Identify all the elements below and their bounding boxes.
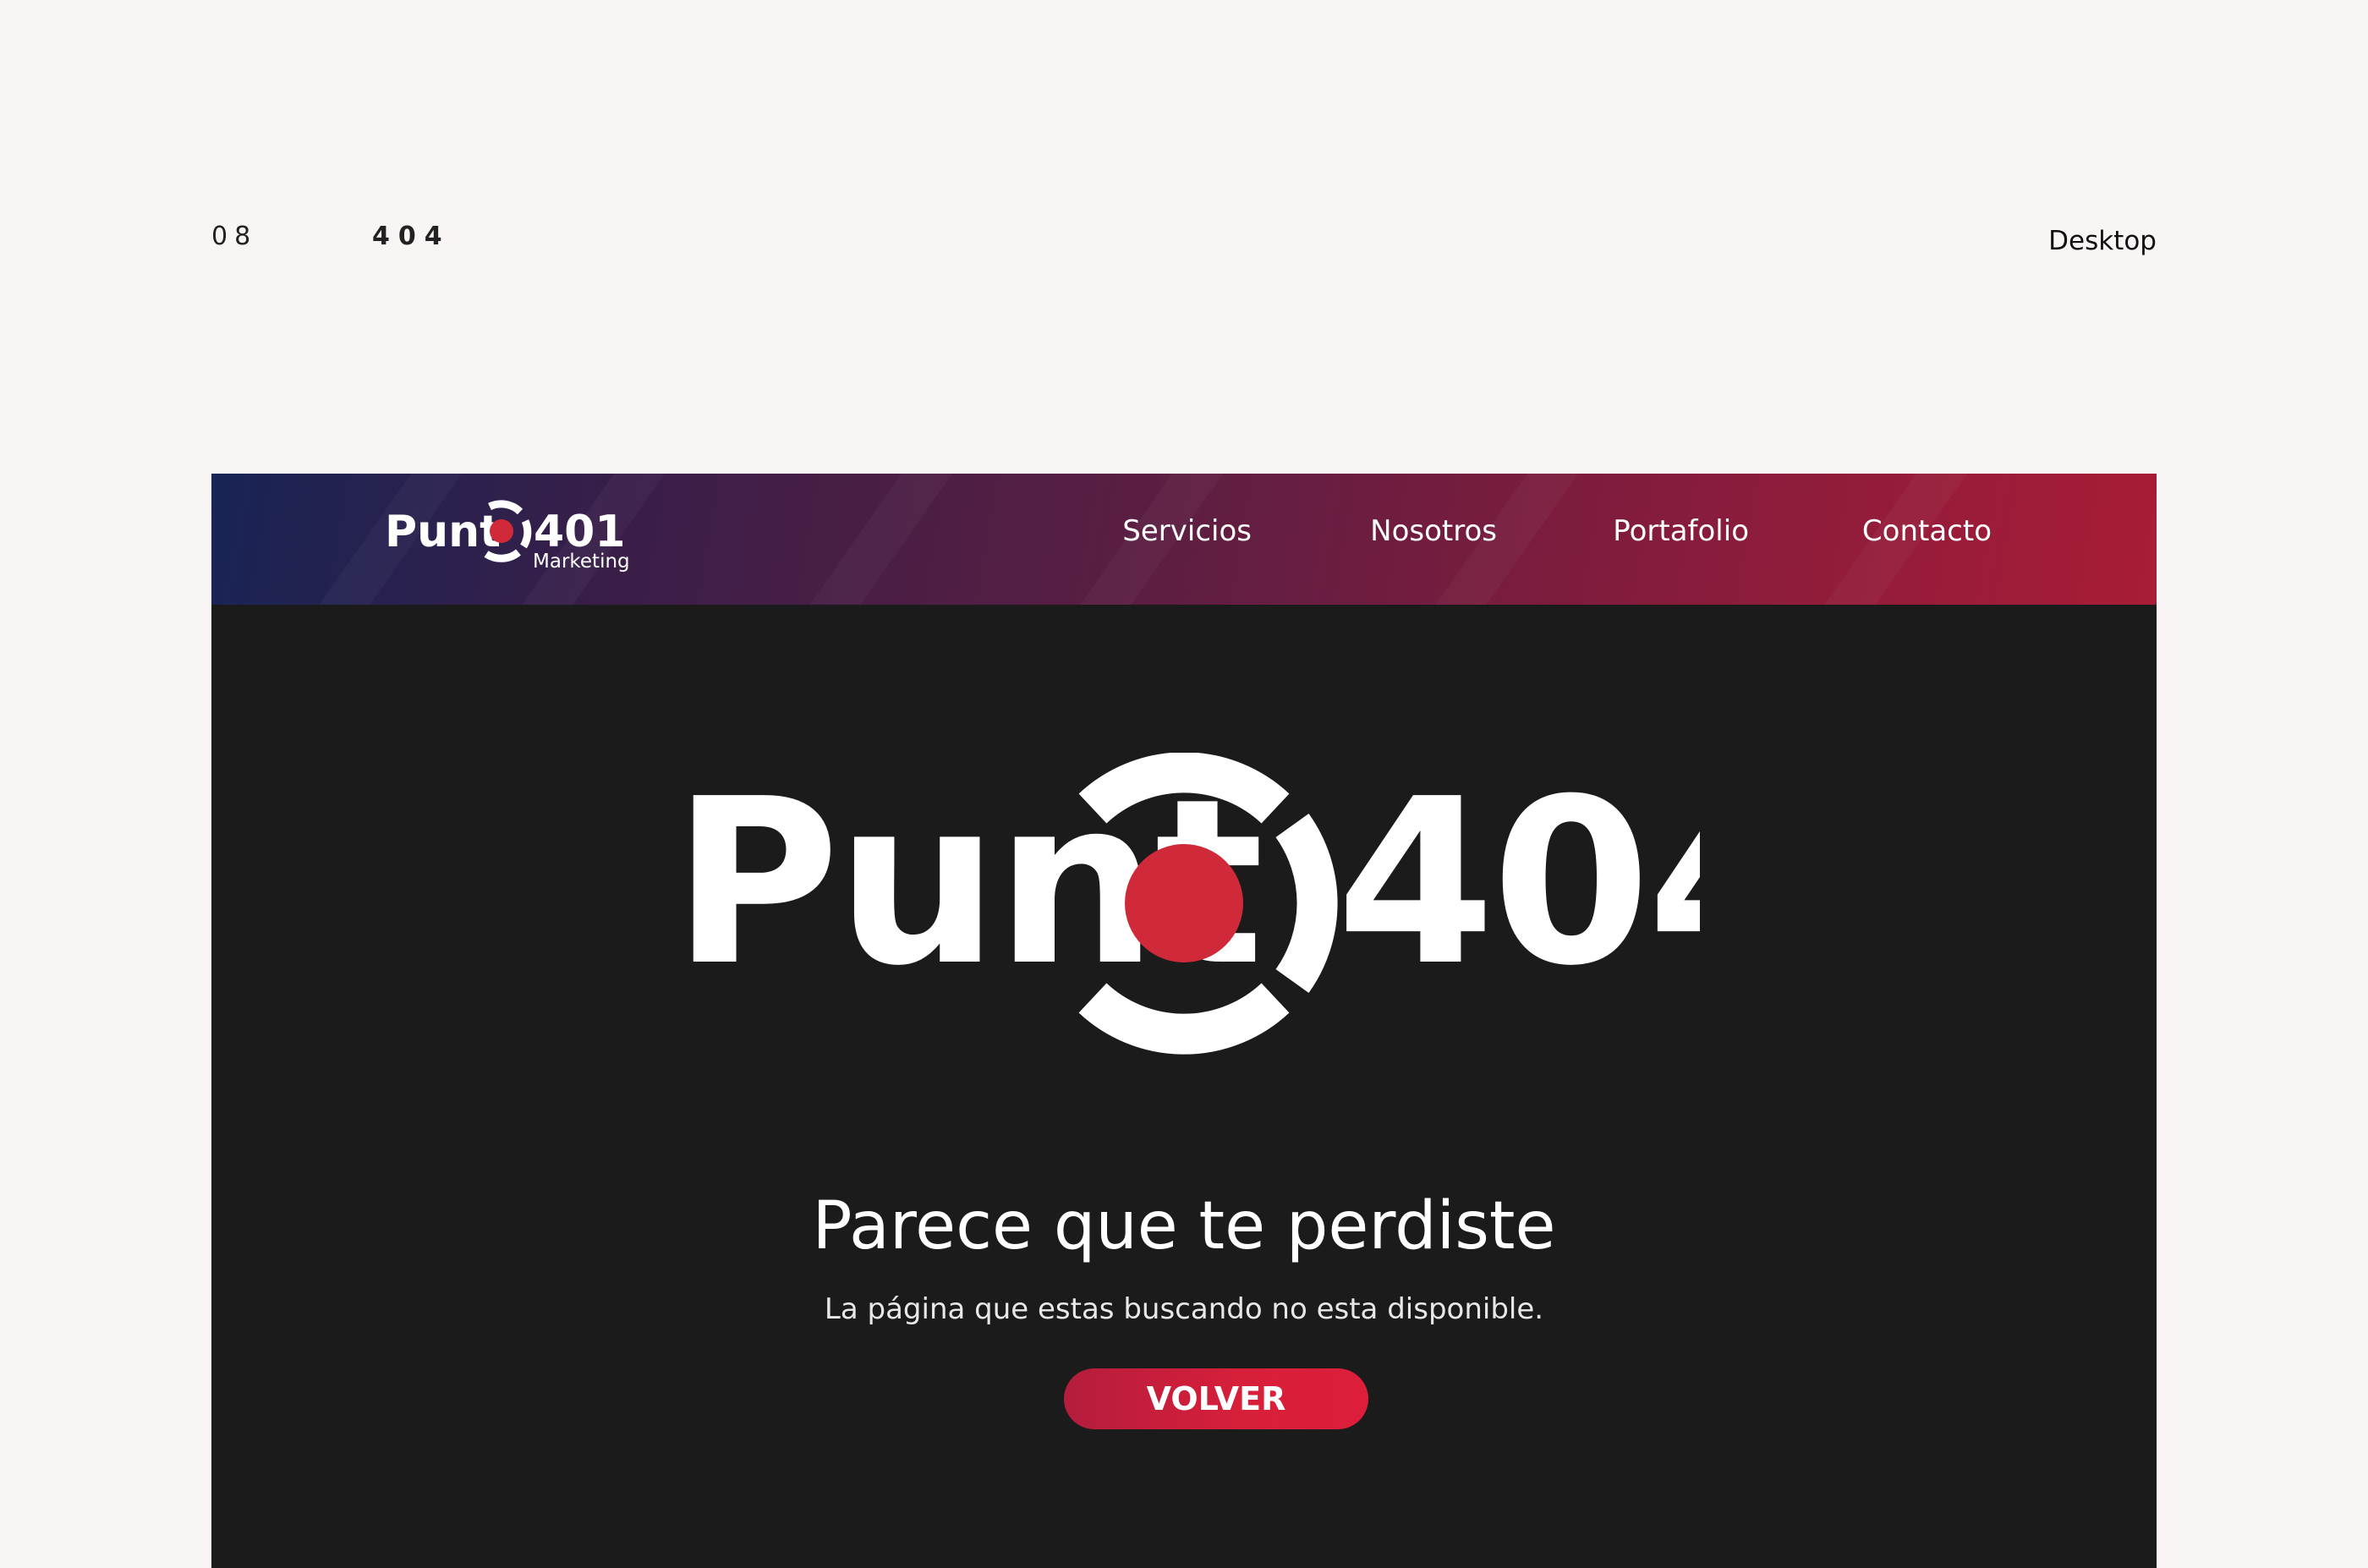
page-title: Parece que te perdiste — [812, 1188, 1556, 1264]
device-label: Desktop — [2048, 226, 2157, 256]
logo-tagline: Marketing — [533, 551, 630, 573]
nav-link-nosotros[interactable]: Nosotros — [1370, 514, 1497, 548]
section-title: 404 — [372, 222, 451, 251]
navbar: Punt 401 Marketing Servicios Nosotros Po… — [211, 474, 2157, 605]
nav-link-contacto[interactable]: Contacto — [1862, 514, 1992, 548]
website-mockup: Punt 401 Marketing Servicios Nosotros Po… — [211, 474, 2157, 1568]
page-subtitle: La página que estas buscando no esta dis… — [824, 1292, 1544, 1326]
section-number: 08 — [211, 222, 258, 251]
logo-word: Punt — [385, 507, 501, 557]
logo-number: 401 — [534, 507, 626, 557]
hero-logo: Punt 404 — [672, 753, 1700, 1055]
hero-logo-number: 404 — [1336, 753, 1700, 1016]
brand-logo[interactable]: Punt 401 Marketing — [385, 499, 639, 584]
nav-decoration — [783, 474, 976, 605]
nav-link-servicios[interactable]: Servicios — [1122, 514, 1252, 548]
back-button[interactable]: VOLVER — [1064, 1368, 1368, 1429]
nav-link-portafolio[interactable]: Portafolio — [1613, 514, 1749, 548]
